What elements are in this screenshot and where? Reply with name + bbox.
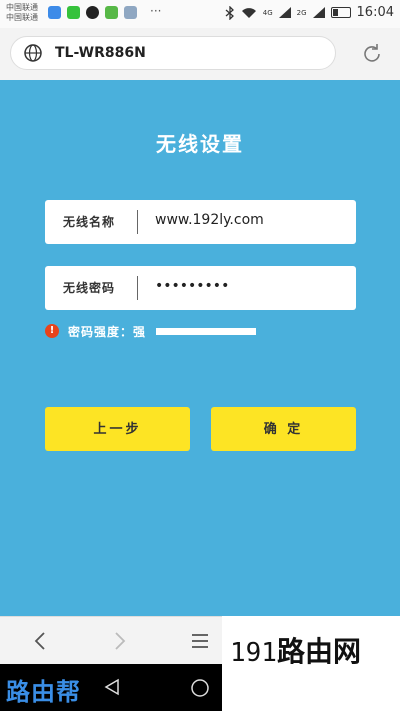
confirm-button[interactable]: 确 定 xyxy=(211,407,356,451)
previous-step-button[interactable]: 上一步 xyxy=(45,407,190,451)
app-notification-icon xyxy=(48,6,61,19)
qq-icon xyxy=(86,6,99,19)
watermark-text: 191路由网 xyxy=(230,630,361,670)
signal-1-icon xyxy=(278,7,291,18)
ssid-input[interactable]: www.192ly.com xyxy=(155,212,264,228)
wireless-settings-page: 无线设置 无线名称 www.192ly.com 无线密码 ••••••••• !… xyxy=(0,80,400,616)
ssid-field[interactable]: 无线名称 www.192ly.com xyxy=(45,200,356,244)
password-input[interactable]: ••••••••• xyxy=(155,278,229,294)
warning-icon: ! xyxy=(45,324,59,338)
bluetooth-icon xyxy=(225,5,234,20)
url-field[interactable]: TL-WR886N xyxy=(10,36,336,70)
password-field[interactable]: 无线密码 ••••••••• xyxy=(45,266,356,310)
strength-fill xyxy=(156,327,257,335)
password-label: 无线密码 xyxy=(63,281,116,295)
strength-label: 密码强度：强 xyxy=(68,324,147,339)
carrier-line-2: 中国联通 xyxy=(6,13,38,22)
ssid-label: 无线名称 xyxy=(63,215,116,229)
clock: 16:04 xyxy=(356,5,394,20)
back-icon[interactable] xyxy=(32,631,48,651)
field-divider xyxy=(137,210,138,234)
strength-bar xyxy=(156,327,257,335)
battery-icon xyxy=(330,7,351,18)
signal-1-label: 4G xyxy=(262,8,273,17)
signal-2-icon xyxy=(312,7,325,18)
reload-icon[interactable] xyxy=(362,43,382,63)
notification-icons xyxy=(48,6,137,19)
status-bar: 中国联通 中国联通 ··· 4G 2G 16:04 xyxy=(0,0,400,28)
watermark-left: 路由帮 xyxy=(6,677,81,706)
globe-icon xyxy=(24,44,42,62)
gallery-icon xyxy=(124,6,137,19)
watermark-right: 191路由网 xyxy=(222,616,400,711)
status-right: 4G 2G 16:04 xyxy=(225,5,394,20)
carrier-info: 中国联通 中国联通 xyxy=(6,3,38,23)
system-home-icon[interactable] xyxy=(190,678,210,698)
forward-icon[interactable] xyxy=(112,631,128,651)
wifi-icon xyxy=(241,7,256,18)
password-strength: ! 密码强度：强 xyxy=(45,322,257,340)
address-bar: TL-WR886N xyxy=(0,28,400,80)
watermark-number: 191 xyxy=(230,638,277,668)
system-back-icon[interactable] xyxy=(104,678,120,696)
wechat-icon xyxy=(67,6,80,19)
signal-2-label: 2G xyxy=(296,8,307,17)
more-notifications-icon: ··· xyxy=(150,4,162,18)
url-text: TL-WR886N xyxy=(55,45,146,61)
menu-icon[interactable] xyxy=(190,631,210,651)
page-title: 无线设置 xyxy=(156,132,244,156)
carrier-line-1: 中国联通 xyxy=(6,3,38,12)
field-divider xyxy=(137,276,138,300)
message-icon xyxy=(105,6,118,19)
watermark-label: 路由网 xyxy=(276,635,361,668)
